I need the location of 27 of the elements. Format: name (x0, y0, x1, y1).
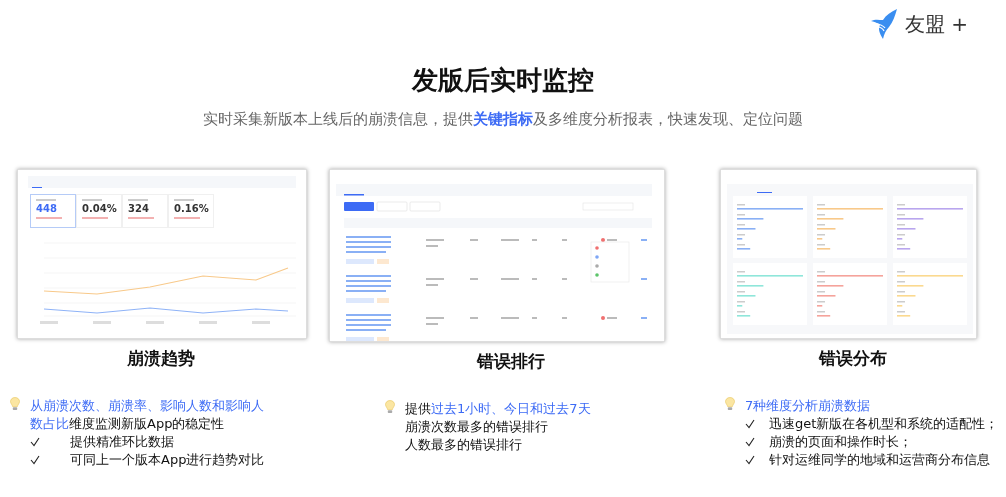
feature-lead-text: 7种维度分析崩溃数据 (745, 397, 872, 415)
page-title: 发版后实时监控 (412, 64, 594, 97)
stat-value: 0.16% (174, 203, 208, 215)
stat-value: 0.04% (82, 203, 116, 215)
stat-card[interactable]: 0.16% (168, 194, 214, 228)
feature-caption: 错误排行 (477, 351, 545, 373)
feature-point-text: 崩溃的页面和操作时长； (769, 433, 912, 451)
light-bulb-icon (10, 397, 20, 411)
light-bulb-icon (385, 400, 395, 414)
feature-caption: 崩溃趋势 (127, 348, 195, 370)
feature-point-text: 针对运维同学的地域和运营商分布信息 (769, 451, 990, 469)
stat-card[interactable]: 324 (122, 194, 168, 228)
logo-text: 友盟 + (904, 10, 968, 38)
feature-lead-text: 从崩溃次数、崩溃率、影响人数和影响人数占比维度监测新版App的稳定性 (30, 397, 265, 433)
stat-value: 448 (36, 203, 58, 215)
stat-card[interactable]: 448 (30, 194, 76, 228)
page-subtitle: 实时采集新版本上线后的崩溃信息，提供关键指标及多维度分析报表，快速发现、定位问题 (203, 110, 803, 129)
feature-point-text: 提供精准环比数据 (70, 433, 174, 451)
feature-point-text: 迅速get新版在各机型和系统的适配性； (769, 415, 999, 433)
stat-card[interactable]: 0.04% (76, 194, 122, 228)
feature-lead-text: 提供过去1小时、今日和过去7天 (405, 400, 591, 418)
feature-point-text: 崩溃次数最多的错误排行 (405, 418, 548, 436)
stat-value: 324 (128, 203, 150, 215)
light-bulb-icon (725, 397, 735, 411)
feature-caption: 错误分布 (819, 348, 887, 370)
feature-point-text: 人数最多的错误排行 (405, 436, 522, 454)
feature-point-text: 可同上一个版本App进行趋势对比 (70, 451, 265, 469)
